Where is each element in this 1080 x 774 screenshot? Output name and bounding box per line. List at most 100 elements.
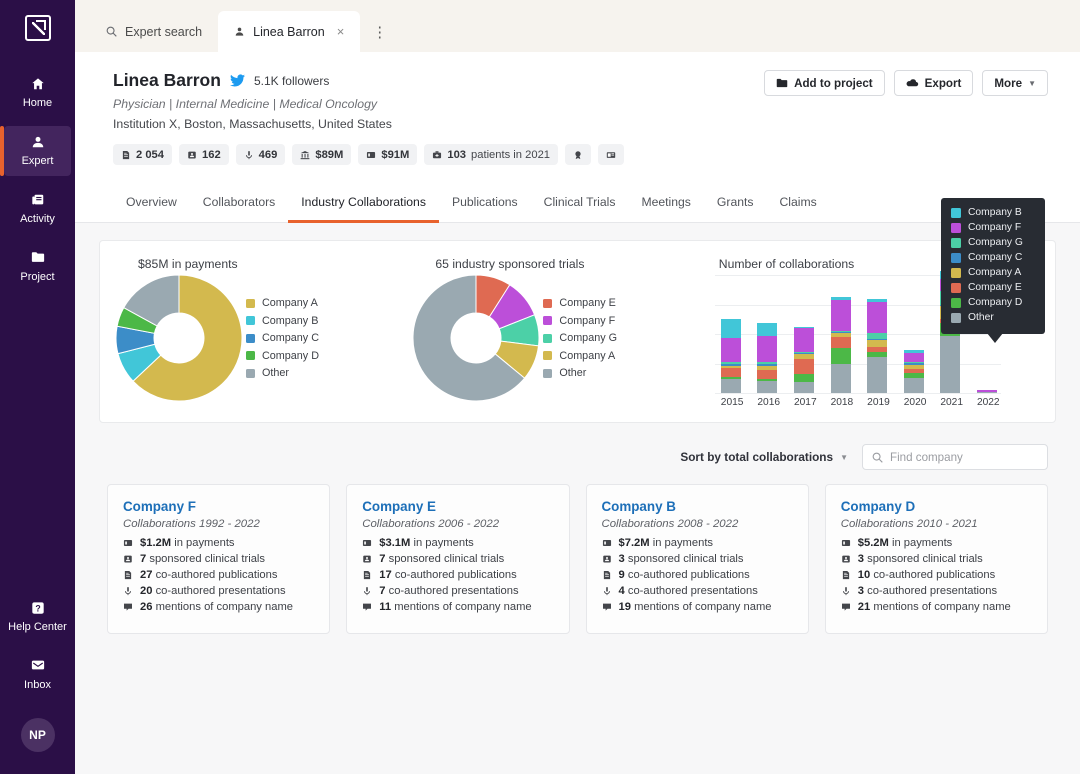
payments-donut[interactable] [116,275,242,401]
bar-segment[interactable] [867,356,888,393]
bar-segment[interactable] [830,299,851,331]
bar-column[interactable] [757,323,778,393]
avatar[interactable]: NP [20,718,55,752]
stat-chip-news[interactable] [598,144,625,165]
x-tick-label: 2015 [720,397,744,408]
tab-collaborators[interactable]: Collaborators [190,187,288,223]
tab-claims[interactable]: Claims [766,187,829,223]
home-icon [31,77,45,93]
stat-chip-payments[interactable]: $91M [358,144,418,165]
sidebar-item-label: Inbox [24,679,51,691]
trials-chart-title: 65 industry sponsored trials [435,257,585,271]
tab-meetings[interactable]: Meetings [628,187,703,223]
bar-column[interactable] [976,389,997,393]
sort-dropdown[interactable]: Sort by total collaborations ▼ [680,450,848,464]
company-card[interactable]: Company E Collaborations 2006 - 2022 $3.1M… [346,484,570,634]
company-name-link[interactable]: Company B [602,499,793,514]
mentions-icon [841,602,852,612]
bar-segment[interactable] [757,323,778,337]
find-company-box[interactable] [862,444,1048,470]
company-card-grid: Company F Collaborations 1992 - 2022 $1.2M… [99,484,1056,634]
company-stat-text: sponsored clinical trials [627,553,744,565]
bar-segment[interactable] [793,358,814,374]
bar-segment[interactable] [903,353,924,362]
company-stat-text: mentions of company name [634,601,772,613]
bar-segment[interactable] [720,319,741,339]
bar-segment[interactable] [976,391,997,393]
bar-segment[interactable] [867,301,888,333]
kebab-menu-icon[interactable]: ⋮ [360,25,399,52]
tab-overview[interactable]: Overview [113,187,190,223]
tab-industry-collaborations[interactable]: Industry Collaborations [288,187,439,223]
company-card[interactable]: Company B Collaborations 2008 - 2022 $7.2M… [585,484,809,634]
sidebar-item-inbox[interactable]: Inbox [4,650,71,700]
company-stat-value: 4 [618,585,625,597]
activity-cards-icon [31,193,45,209]
bar-column[interactable] [720,319,741,393]
payments-icon [362,538,373,548]
company-stat-text: co-authored publications [873,569,996,581]
more-button[interactable]: More ▼ [982,70,1048,96]
charts-panel: $85M in payments Company A Company B Compa… [99,240,1056,423]
bar-column[interactable] [830,296,851,393]
bar-segment[interactable] [830,337,851,348]
stat-chip-presentations[interactable]: 469 [235,144,286,165]
bar-column[interactable] [867,298,888,393]
window-tab-linea-barron[interactable]: Linea Barron × [218,11,361,52]
sidebar-item-help-center[interactable]: ? Help Center [4,592,71,642]
company-stat-value: 21 [857,601,871,613]
bar-column[interactable] [903,350,924,393]
stat-chip-award[interactable] [565,144,592,165]
company-stat: 7 co-authored presentations [362,585,553,597]
bar-segment[interactable] [757,370,778,380]
company-stat: 19 mentions of company name [602,601,793,613]
bar-segment[interactable] [757,381,778,393]
sidebar-item-label: Project [20,271,55,283]
sidebar-item-label: Activity [20,213,55,225]
sidebar-item-home[interactable]: Home [4,68,71,118]
tooltip-legend-item: Company D [951,297,1035,308]
add-to-project-button[interactable]: Add to project [764,70,885,96]
export-button[interactable]: Export [893,70,974,96]
sidebar-item-project[interactable]: Project [4,242,71,292]
search-input[interactable] [890,450,1038,464]
company-card[interactable]: Company D Collaborations 2010 - 2021 $5.2M… [824,484,1048,634]
company-name-link[interactable]: Company D [841,499,1032,514]
bar-segment[interactable] [720,368,741,377]
app-logo[interactable] [18,8,58,48]
window-tab-expert-search[interactable]: Expert search [90,11,218,52]
bar-segment[interactable] [793,373,814,383]
bar-segment[interactable] [793,382,814,393]
company-stat-value: $3.1M [379,537,411,549]
stat-chip-trials[interactable]: 162 [179,144,229,165]
legend-item: Company G [543,332,617,344]
company-name-link[interactable]: Company F [123,499,314,514]
bar-column[interactable] [793,326,814,393]
tab-grants[interactable]: Grants [704,187,767,223]
stat-chip-publications[interactable]: 2 054 [113,144,172,165]
twitter-bird-icon [229,74,245,87]
tab-clinical-trials[interactable]: Clinical Trials [531,187,629,223]
bar-segment[interactable] [940,336,961,393]
stat-chip-patients[interactable]: 103 patients in 2021 [424,144,559,165]
tooltip-arrow [987,333,1003,343]
bar-segment[interactable] [903,377,924,393]
x-tick-label: 2017 [793,397,817,408]
sidebar-item-activity[interactable]: Activity [4,184,71,234]
bar-segment[interactable] [830,347,851,365]
bar-segment[interactable] [757,336,778,362]
bar-segment[interactable] [793,327,814,353]
company-stat-text: sponsored clinical trials [149,553,265,565]
company-stat: 17 co-authored publications [362,569,553,581]
stat-chip-grants-bank[interactable]: $89M [292,144,352,165]
close-icon[interactable]: × [337,24,345,39]
bar-segment[interactable] [830,364,851,393]
tab-publications[interactable]: Publications [439,187,531,223]
svg-text:?: ? [35,604,40,614]
company-card[interactable]: Company F Collaborations 1992 - 2022 $1.2M… [107,484,331,634]
bar-segment[interactable] [720,379,741,393]
trials-donut[interactable] [413,275,540,401]
sidebar-item-expert[interactable]: Expert [0,126,71,176]
bar-segment[interactable] [720,338,741,362]
company-name-link[interactable]: Company E [362,499,553,514]
